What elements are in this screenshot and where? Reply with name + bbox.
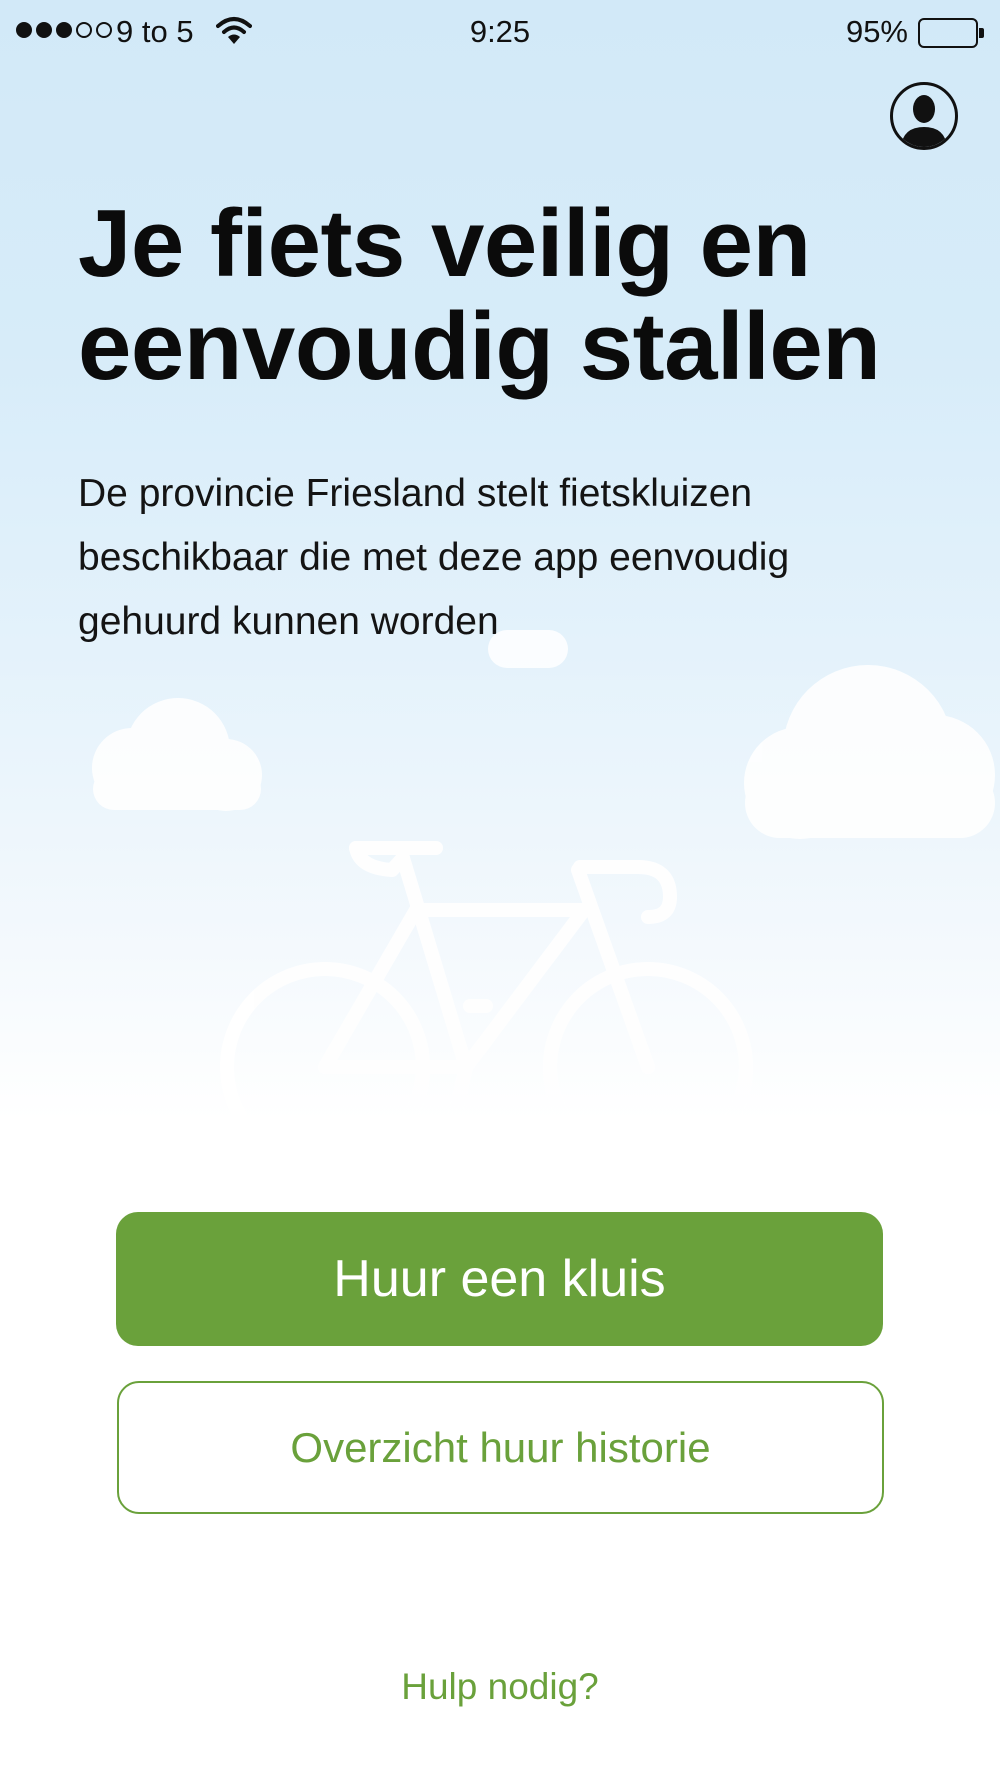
battery-icon [918,18,984,48]
battery-percentage: 95% [845,14,908,49]
help-link[interactable]: Hulp nodig? [0,1666,1000,1708]
intro-line: beschikbaar die met deze app eenvoudig [78,536,790,579]
cloud-icon [92,698,262,811]
status-bar: 9 to 5 9:25 95% [0,0,1000,64]
rent-locker-button[interactable]: Huur een kluis [116,1212,883,1346]
bicycle-icon [220,841,753,1172]
bike-illustration [92,630,995,1172]
cloud-icon [744,665,995,839]
intro-line: De provincie Friesland stelt fietskluize… [78,472,753,515]
page-title-line: eenvoudig stallen [78,293,881,400]
rental-history-button[interactable]: Overzicht huur historie [117,1381,884,1514]
cloud-icon [488,630,568,668]
profile-button[interactable] [890,82,958,150]
page-title: Je fiets veilig en eenvoudig stallen [78,192,958,398]
user-avatar-icon [901,95,947,147]
page-title-line: Je fiets veilig en [78,190,811,297]
